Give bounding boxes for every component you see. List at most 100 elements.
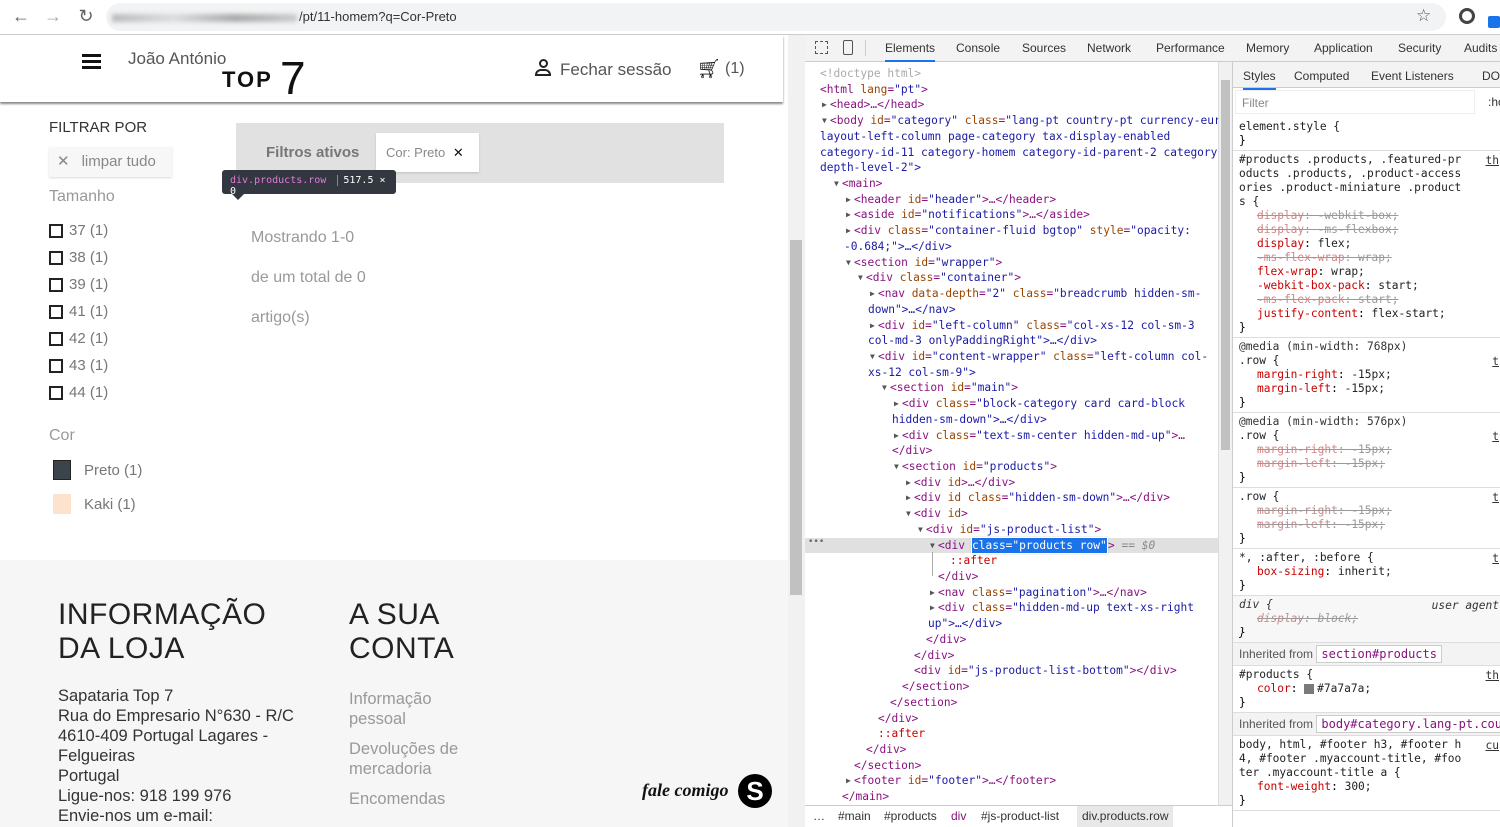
css-rule[interactable]: .row {t margin-right: -15px; margin-left: … — [1233, 488, 1500, 549]
inherited-node-link[interactable]: section#products — [1316, 645, 1442, 663]
collapsed-caret-icon[interactable]: ▶ — [906, 490, 911, 506]
dom-node[interactable]: layout-left-column page-category tax-dis… — [805, 129, 1218, 145]
css-rule[interactable]: #products .products, .featured-products … — [1233, 151, 1500, 338]
logout-link[interactable]: Fechar sessão — [560, 60, 672, 80]
css-rule[interactable]: body, html, #footer h3, #footer h4, #foo… — [1233, 736, 1500, 811]
expanded-caret-icon[interactable]: ▼ — [846, 255, 851, 271]
css-property[interactable]: flex-wrap: wrap; — [1239, 265, 1495, 279]
clear-all-button[interactable]: ✕ limpar tudo — [49, 147, 172, 177]
dom-node[interactable]: ▼ <section id="wrapper"> — [805, 255, 1218, 271]
devtools-tab-network[interactable]: Network — [1087, 41, 1131, 55]
dom-node[interactable]: </main> — [805, 789, 1218, 805]
dom-node[interactable]: ▼ <div id="content-wrapper" class="left-c… — [805, 349, 1218, 365]
css-property[interactable]: box-sizing: inherit; — [1239, 565, 1495, 579]
dom-node[interactable]: -0.684;">…</div> — [805, 239, 1218, 255]
size-filter-option[interactable]: 41 (1) — [49, 303, 108, 320]
rule-source-link[interactable]: t — [1492, 430, 1499, 444]
collapsed-caret-icon[interactable]: ▶ — [894, 428, 899, 444]
dom-node[interactable]: </section> — [805, 679, 1218, 695]
elements-scrollbar[interactable] — [1218, 62, 1232, 805]
rule-source-link[interactable]: t — [1492, 491, 1499, 505]
css-property[interactable]: -webkit-box-pack: start; — [1239, 279, 1495, 293]
dom-node[interactable]: <!doctype html> — [805, 66, 1218, 82]
checkbox[interactable] — [49, 331, 63, 346]
skype-icon[interactable]: S — [738, 774, 772, 808]
account-link[interactable]: Informação pessoal — [349, 689, 489, 729]
css-property[interactable]: margin-right: -15px; — [1239, 504, 1495, 518]
dom-node[interactable]: ::after — [805, 726, 1218, 742]
rule-source-link[interactable]: th — [1485, 669, 1499, 683]
remove-filter-icon[interactable]: ✕ — [453, 145, 464, 160]
size-filter-option[interactable]: 39 (1) — [49, 276, 108, 293]
dom-node[interactable]: ▼ <div class="container"> — [805, 270, 1218, 286]
active-filter-chip[interactable]: Cor: Preto ✕ — [376, 133, 479, 172]
breadcrumb-item[interactable]: #main — [838, 809, 871, 823]
expanded-caret-icon[interactable]: ▼ — [906, 506, 911, 522]
css-property[interactable]: display: block; — [1239, 612, 1495, 626]
styles-tab-dom[interactable]: DOM — [1482, 69, 1500, 83]
checkbox[interactable] — [49, 277, 63, 292]
rule-source-link[interactable]: th — [1485, 154, 1499, 168]
devtools-tab-security[interactable]: Security — [1398, 41, 1441, 55]
color-filter-option[interactable]: Preto (1) — [53, 460, 142, 480]
collapsed-caret-icon[interactable]: ▶ — [846, 192, 851, 208]
dom-node[interactable]: ▶ <footer id="footer">…</footer> — [805, 773, 1218, 789]
dom-node[interactable]: ▶ <div class="container-fluid bgtop" styl… — [805, 223, 1218, 239]
checkbox[interactable] — [49, 385, 63, 400]
collapsed-caret-icon[interactable]: ▶ — [930, 585, 935, 601]
collapsed-caret-icon[interactable]: ▶ — [846, 223, 851, 239]
dom-node[interactable]: ▶ <div id class="hidden-sm-down">…</div> — [805, 490, 1218, 506]
back-button[interactable]: ← — [10, 6, 32, 27]
collapsed-caret-icon[interactable]: ▶ — [846, 773, 851, 789]
rule-selector[interactable]: .row { — [1239, 429, 1495, 443]
hover-state-toggle[interactable]: :ho — [1488, 95, 1500, 109]
account-link[interactable]: Devoluções de mercadoria — [349, 739, 489, 779]
devtools-tab-console[interactable]: Console — [956, 41, 1000, 55]
highlighted-attribute[interactable]: class="products row" — [971, 536, 1108, 555]
dom-node[interactable]: ▶ <div class="block-category card card-bl… — [805, 396, 1218, 412]
css-property[interactable]: display: -ms-flexbox; — [1239, 223, 1495, 237]
account-link[interactable]: Encomendas — [349, 789, 489, 809]
css-property[interactable]: margin-left: -15px; — [1239, 382, 1495, 396]
rule-selector[interactable]: #products { — [1239, 668, 1495, 682]
checkbox[interactable] — [49, 223, 63, 238]
checkbox[interactable] — [49, 304, 63, 319]
page-scrollbar[interactable] — [788, 35, 805, 827]
extension-badge-icon[interactable] — [1488, 16, 1500, 28]
css-property[interactable]: font-weight: 300; — [1239, 780, 1495, 794]
expanded-caret-icon[interactable]: ▼ — [834, 176, 839, 192]
dom-node[interactable]: depth-level-2"> — [805, 160, 1218, 176]
css-property[interactable]: margin-left: -15px; — [1239, 457, 1495, 471]
dom-node[interactable]: <div id="js-product-list-bottom"></div> — [805, 663, 1218, 679]
inspect-element-icon[interactable] — [815, 41, 828, 54]
breadcrumb-item[interactable]: … — [813, 809, 825, 823]
checkbox[interactable] — [49, 250, 63, 265]
dom-node[interactable]: </div> — [805, 569, 1218, 585]
dom-node[interactable]: up">…</div> — [805, 616, 1218, 632]
devtools-tab-application[interactable]: Application — [1314, 41, 1373, 55]
css-property[interactable]: justify-content: flex-start; — [1239, 307, 1495, 321]
rule-selector[interactable]: #products .products, .featured-products … — [1239, 153, 1495, 209]
rule-source-link[interactable]: user agent — [1431, 599, 1499, 613]
collapsed-caret-icon[interactable]: ▶ — [870, 318, 875, 334]
rule-source-link[interactable]: cu — [1485, 739, 1499, 753]
size-filter-option[interactable]: 38 (1) — [49, 249, 108, 266]
size-filter-option[interactable]: 42 (1) — [49, 330, 108, 347]
dom-node[interactable]: ▶ <div class="hidden-md-up text-xs-right — [805, 600, 1218, 616]
dom-node[interactable]: ▼ <section id="main"> — [805, 380, 1218, 396]
dom-node[interactable]: ▶ <aside id="notifications">…</aside> — [805, 207, 1218, 223]
css-property[interactable]: display: -webkit-box; — [1239, 209, 1495, 223]
expanded-caret-icon[interactable]: ▼ — [822, 113, 827, 129]
dom-node-selected[interactable]: ••• ▼ <div class="products row" > == $0 — [805, 536, 1218, 555]
css-property[interactable]: -ms-flex-pack: start; — [1239, 293, 1495, 307]
collapsed-caret-icon[interactable]: ▶ — [930, 600, 935, 616]
dom-node[interactable]: ▶ <div id="left-column" class="col-xs-12 … — [805, 318, 1218, 334]
css-property[interactable]: display: flex; — [1239, 237, 1495, 251]
dom-node[interactable]: ▶ <nav data-depth="2" class="breadcrumb h… — [805, 286, 1218, 302]
styles-filter-input[interactable]: Filter — [1235, 90, 1475, 114]
devtools-tab-performance[interactable]: Performance — [1156, 41, 1225, 55]
elements-dom-tree[interactable]: <!doctype html> <html lang="pt"> ▶ <head>…<… — [805, 62, 1218, 805]
rule-source-link[interactable]: t — [1492, 355, 1499, 369]
rule-selector[interactable]: .row { — [1239, 490, 1495, 504]
dom-node[interactable]: hidden-sm-down">…</div> — [805, 412, 1218, 428]
